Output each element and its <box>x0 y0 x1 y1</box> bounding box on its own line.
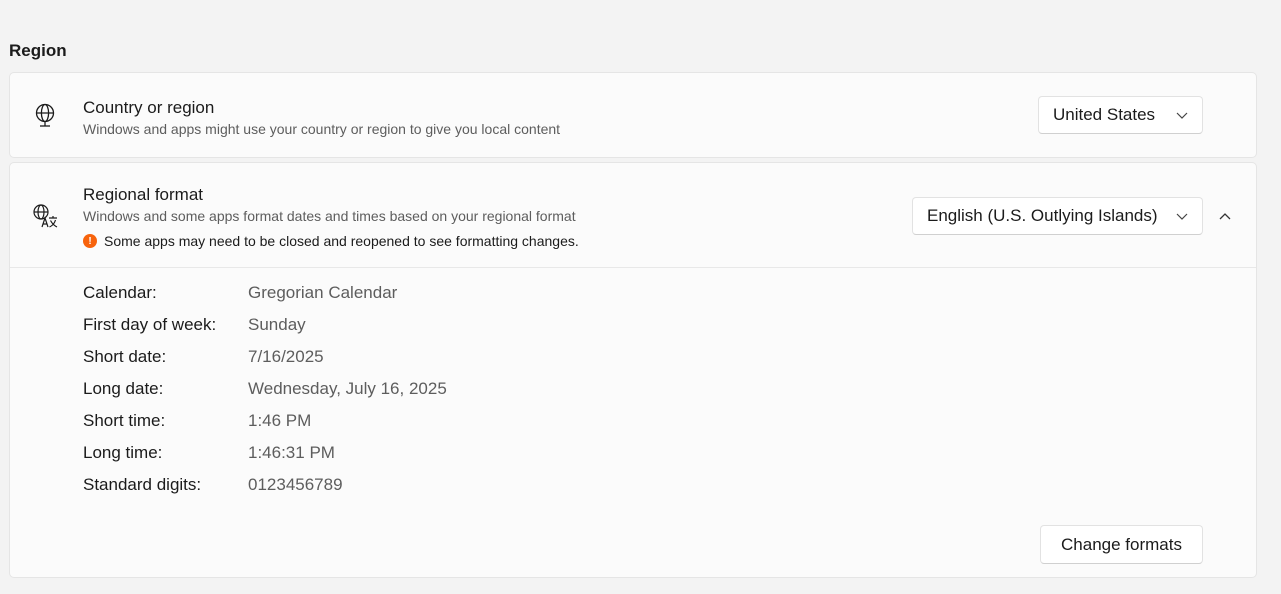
detail-row-calendar: Calendar: Gregorian Calendar <box>83 283 683 305</box>
change-formats-button[interactable]: Change formats <box>1040 525 1203 564</box>
detail-label: Short date: <box>83 347 167 366</box>
language-icon <box>32 203 58 229</box>
collapse-button[interactable] <box>1210 203 1240 233</box>
detail-value: Gregorian Calendar <box>248 283 398 302</box>
detail-value: Wednesday, July 16, 2025 <box>248 379 447 398</box>
detail-row-short-date: Short date: 7/16/2025 <box>83 347 683 369</box>
format-warning-text: Some apps may need to be closed and reop… <box>104 233 579 249</box>
regional-format-title: Regional format <box>83 185 204 204</box>
warning-icon: ! <box>83 234 97 248</box>
format-warning: ! Some apps may need to be closed and re… <box>83 233 579 249</box>
detail-label: Short time: <box>83 411 166 430</box>
detail-row-short-time: Short time: 1:46 PM <box>83 411 683 433</box>
detail-value: 0123456789 <box>248 475 343 494</box>
country-region-subtitle: Windows and apps might use your country … <box>83 121 561 137</box>
chevron-down-icon <box>1174 107 1190 123</box>
detail-label: Long date: <box>83 379 164 398</box>
detail-row-standard-digits: Standard digits: 0123456789 <box>83 475 683 497</box>
detail-label: Long time: <box>83 443 163 462</box>
country-region-dropdown[interactable]: United States <box>1038 96 1203 134</box>
detail-label: Calendar: <box>83 283 157 302</box>
detail-value: 7/16/2025 <box>248 347 324 366</box>
detail-label: First day of week: <box>83 315 217 334</box>
detail-row-first-day-of-week: First day of week: Sunday <box>83 315 683 337</box>
detail-row-long-date: Long date: Wednesday, July 16, 2025 <box>83 379 683 401</box>
regional-format-card: Regional format Windows and some apps fo… <box>9 162 1257 578</box>
detail-label: Standard digits: <box>83 475 202 494</box>
regional-format-subtitle: Windows and some apps format dates and t… <box>83 208 576 224</box>
chevron-up-icon <box>1217 208 1233 229</box>
regional-format-dropdown[interactable]: English (U.S. Outlying Islands) <box>912 197 1203 235</box>
country-region-selected: United States <box>1053 105 1156 124</box>
expander-divider <box>10 267 1256 268</box>
globe-icon <box>32 102 58 128</box>
section-title: Region <box>9 41 67 60</box>
detail-value: Sunday <box>248 315 306 334</box>
regional-format-selected: English (U.S. Outlying Islands) <box>927 206 1158 225</box>
country-region-title: Country or region <box>83 98 215 117</box>
detail-value: 1:46 PM <box>248 411 312 430</box>
chevron-down-icon <box>1174 208 1190 224</box>
country-region-card: Country or region Windows and apps might… <box>9 72 1257 158</box>
detail-value: 1:46:31 PM <box>248 443 335 462</box>
detail-row-long-time: Long time: 1:46:31 PM <box>83 443 683 465</box>
